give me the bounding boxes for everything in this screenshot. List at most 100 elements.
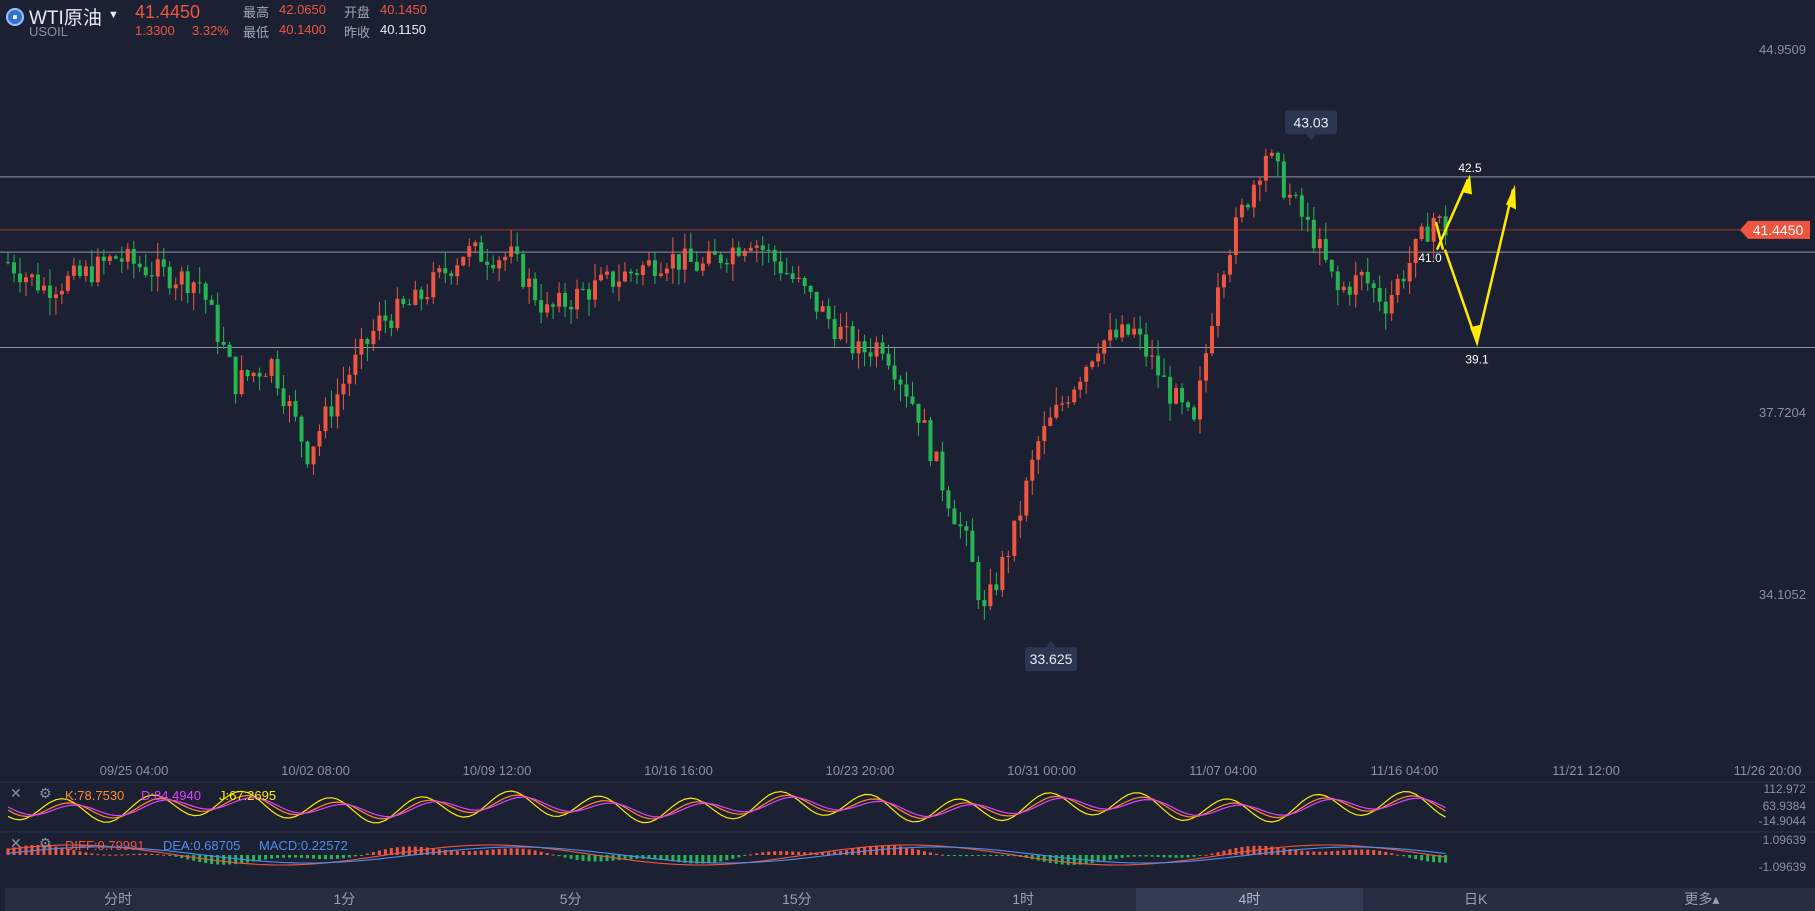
candle-body	[329, 406, 334, 417]
candle-body	[491, 264, 496, 269]
macd-histogram-bar	[1102, 855, 1106, 861]
candle-body	[610, 271, 615, 287]
candle-body	[551, 304, 556, 307]
macd-histogram-bar	[940, 854, 944, 856]
candle-body	[173, 284, 178, 289]
macd-histogram-bar	[1426, 855, 1430, 862]
tab-15min[interactable]: 15分	[684, 888, 910, 911]
candle-body	[1084, 366, 1089, 382]
candle-body	[323, 406, 328, 432]
gear-icon[interactable]: ⚙	[39, 835, 52, 852]
candle-body	[1198, 380, 1203, 420]
macd-histogram-bar	[527, 849, 531, 855]
candle-body	[443, 268, 448, 274]
macd-histogram-bar	[329, 855, 333, 860]
macd-histogram-bar	[317, 855, 321, 859]
candle-body	[916, 403, 921, 423]
candle-body	[1281, 161, 1286, 198]
macd-histogram-bar	[791, 851, 795, 855]
candle-body	[47, 285, 52, 299]
macd-histogram-bar	[1108, 855, 1112, 860]
macd-histogram-bar	[725, 855, 729, 861]
candle-body	[545, 304, 550, 313]
candle-body	[1419, 226, 1424, 240]
candle-body	[904, 384, 909, 397]
candle-body	[1072, 389, 1077, 403]
macd-histogram-bar	[323, 855, 327, 860]
macd-histogram-bar	[1240, 846, 1244, 855]
macd-histogram-bar	[928, 852, 932, 855]
candle-body	[389, 320, 394, 329]
macd-histogram-bar	[353, 855, 357, 857]
candle-body	[455, 265, 460, 277]
macd-histogram-bar	[755, 853, 759, 855]
tab-4hour[interactable]: 4时	[1136, 888, 1363, 911]
candle-body	[1078, 381, 1083, 390]
macd-histogram-bar	[455, 850, 459, 855]
candle-body	[652, 260, 657, 276]
macd-histogram-bar	[1198, 855, 1202, 856]
candle-body	[203, 283, 208, 300]
candle-body	[539, 300, 544, 313]
close-kdj-icon[interactable]: ✕	[10, 785, 22, 802]
target-annotation-label: 41.0	[1418, 251, 1442, 265]
macd-histogram-bar	[922, 851, 926, 855]
y-tick-label: 37.7204	[1759, 405, 1806, 420]
tab-more[interactable]: 更多▴	[1589, 888, 1815, 911]
candle-body	[1377, 287, 1382, 302]
macd-histogram-bar	[988, 855, 992, 856]
candle-body	[305, 441, 310, 465]
close-macd-icon[interactable]: ✕	[10, 835, 22, 852]
candle-body	[616, 281, 621, 287]
macd-histogram-bar	[881, 845, 885, 855]
gear-icon[interactable]: ⚙	[39, 785, 52, 802]
macd-histogram-bar	[264, 855, 268, 860]
macd-histogram-bar	[407, 846, 411, 855]
x-tick-label: 11/16 04:00	[1371, 763, 1439, 778]
macd-histogram-bar	[575, 855, 579, 861]
candle-body	[730, 247, 735, 265]
candle-body	[1347, 286, 1352, 295]
candle-body	[1335, 271, 1340, 291]
tab-1min[interactable]: 1分	[231, 888, 457, 911]
candle-body	[65, 275, 70, 291]
macd-histogram-bar	[569, 855, 573, 859]
target-annotation-label: 42.5	[1458, 161, 1482, 175]
candle-body	[1413, 239, 1418, 264]
candle-body	[299, 416, 304, 442]
tab-1hour[interactable]: 1时	[910, 888, 1136, 911]
macd-histogram-bar	[1312, 851, 1316, 855]
tab-intraday[interactable]: 分时	[5, 888, 231, 911]
candle-body	[826, 306, 831, 320]
candlestick-chart[interactable]: 41.4450 44.9509 37.7204 34.1052 09/25 04:00 1…	[0, 0, 1815, 888]
candle-body	[6, 262, 10, 264]
candle-body	[11, 262, 16, 274]
candle-body	[724, 262, 729, 265]
macd-histogram-bar	[54, 846, 58, 855]
projection-arrow-path	[1443, 189, 1515, 347]
macd-histogram-bar	[114, 854, 118, 856]
candle-body	[1221, 274, 1226, 288]
candle-body	[928, 420, 933, 462]
arrow-head-icon	[1506, 184, 1516, 210]
macd-histogram-bar	[300, 855, 304, 858]
candle-body	[1257, 180, 1262, 185]
macd-histogram-bar	[282, 855, 286, 858]
macd-histogram-bar	[168, 855, 172, 856]
x-tick-label: 10/23 20:00	[826, 763, 895, 778]
candle-body	[1030, 459, 1035, 481]
candle-body	[113, 256, 118, 259]
tab-daily[interactable]: 日K	[1363, 888, 1589, 911]
candle-body	[161, 259, 166, 267]
tab-5min[interactable]: 5分	[458, 888, 684, 911]
macd-histogram-bar	[1150, 855, 1154, 857]
macd-histogram-bar	[563, 855, 567, 858]
candle-body	[934, 451, 939, 462]
candle-body	[143, 267, 148, 276]
macd-histogram-bar	[503, 848, 507, 855]
candle-body	[167, 266, 172, 289]
macd-histogram-bar	[970, 855, 974, 856]
candle-body	[1042, 425, 1047, 442]
macd-histogram-bar	[90, 853, 94, 855]
candle-body	[820, 306, 825, 312]
